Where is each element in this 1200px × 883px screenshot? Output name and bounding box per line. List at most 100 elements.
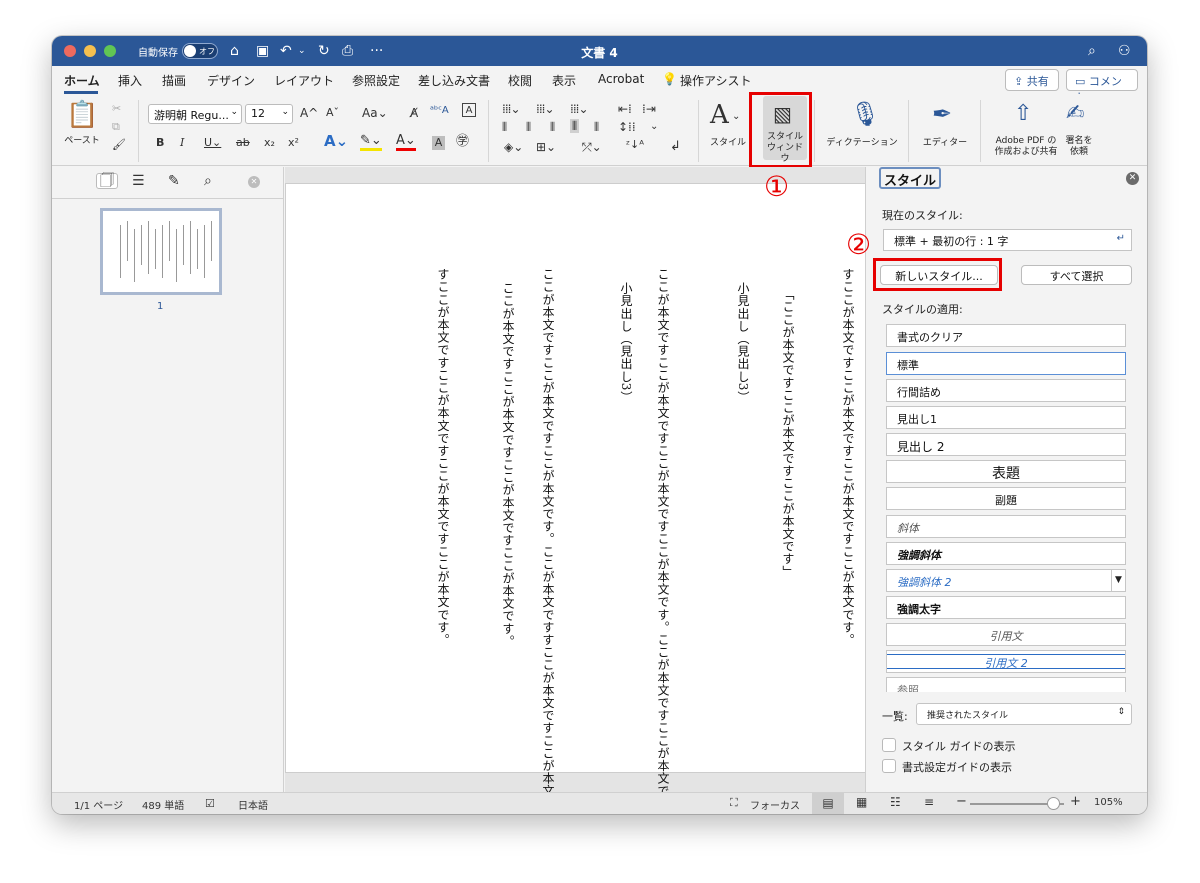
sign-request-label-2[interactable]: 依頼: [1056, 147, 1102, 158]
zoom-slider-knob[interactable]: [1046, 797, 1060, 810]
strikethrough-icon[interactable]: ab: [236, 136, 250, 150]
change-case-icon[interactable]: Aa⌄: [362, 106, 388, 120]
thumbnails-icon[interactable]: 🗍: [96, 173, 118, 189]
style-heading-1[interactable]: 見出し1: [886, 406, 1126, 429]
focus-icon[interactable]: ⛶: [730, 796, 738, 810]
tab-draw[interactable]: 描画: [162, 72, 186, 89]
adobe-pdf-label-2[interactable]: 作成および共有: [988, 147, 1064, 158]
adobe-pdf-label-1[interactable]: Adobe PDF の: [988, 136, 1064, 147]
body-text-column[interactable]: すここが本文ですここが本文ですここが本文ですここが本文です。: [841, 268, 855, 646]
body-text-column[interactable]: 「ここが本文ですここが本文ですここが本文です」: [781, 288, 795, 578]
format-guide-checkbox[interactable]: [882, 759, 896, 773]
style-subtitle[interactable]: 副題: [886, 487, 1126, 510]
superscript-icon[interactable]: x²: [288, 136, 299, 150]
phonetic-guide-icon[interactable]: ᵃᵇᶜA: [430, 104, 449, 118]
character-border-icon[interactable]: A: [462, 103, 476, 117]
signature-request-icon[interactable]: ✍: [1066, 100, 1084, 128]
list-filter-select[interactable]: 推奨されたスタイル ⇕: [916, 703, 1132, 725]
heading-3-column[interactable]: 小見出し（見出し3）: [619, 282, 633, 404]
outline-icon[interactable]: ☰: [132, 174, 145, 188]
enclose-characters-icon[interactable]: ㊫: [456, 135, 469, 149]
copy-icon[interactable]: ⧉: [112, 120, 120, 134]
language[interactable]: 日本語: [238, 797, 268, 812]
tab-view[interactable]: 表示: [552, 72, 576, 89]
tab-references[interactable]: 参照設定: [352, 72, 400, 89]
zoom-level[interactable]: 105%: [1094, 797, 1123, 808]
bullets-icon[interactable]: ⁞⁞⁞⌄: [502, 102, 520, 116]
zoom-in-icon[interactable]: +: [1070, 794, 1081, 809]
outline-view-icon[interactable]: ☷: [890, 795, 901, 809]
justify-icon[interactable]: ⫴: [570, 119, 580, 133]
align-bottom-icon[interactable]: ⫴: [550, 120, 555, 134]
microphone-icon[interactable]: 🎙: [850, 100, 880, 128]
style-heading-2[interactable]: 見出し 2: [886, 433, 1126, 456]
tab-review[interactable]: 校閲: [508, 72, 532, 89]
align-top-icon[interactable]: ⫴: [502, 120, 507, 134]
share-button[interactable]: ⇪ 共有: [1005, 69, 1059, 91]
style-clear-formatting[interactable]: 書式のクリア: [886, 324, 1126, 347]
account-icon[interactable]: ⚇: [1118, 42, 1131, 60]
draft-view-icon[interactable]: ≡: [924, 795, 934, 809]
select-all-button[interactable]: すべて選択: [1021, 265, 1132, 285]
distributed-icon[interactable]: ⫴: [594, 120, 599, 134]
zoom-out-icon[interactable]: −: [956, 794, 967, 809]
tab-design[interactable]: デザイン: [207, 72, 255, 89]
tab-layout[interactable]: レイアウト: [274, 72, 334, 89]
show-formatting-icon[interactable]: ↲: [670, 140, 681, 154]
bold-icon[interactable]: B: [156, 136, 164, 150]
style-quote[interactable]: 引用文: [886, 623, 1126, 646]
multilevel-list-icon[interactable]: ⁞⁞⁞⌄: [570, 102, 588, 116]
proofing-icon[interactable]: ☑: [205, 797, 215, 810]
style-intense-emphasis[interactable]: 強調斜体 2 ▼: [886, 569, 1126, 592]
web-layout-icon[interactable]: ▦: [856, 795, 867, 809]
underline-icon[interactable]: U⌄: [204, 136, 221, 150]
tab-tell-me[interactable]: 操作アシスト: [680, 72, 752, 89]
shading-icon[interactable]: ◈⌄: [504, 140, 523, 154]
cut-icon[interactable]: ✂: [112, 102, 121, 116]
current-style-field[interactable]: 標準 + 最初の行 : 1 字 ↵: [883, 229, 1132, 251]
comment-button[interactable]: ▭ コメント: [1066, 69, 1138, 104]
tab-mailings[interactable]: 差し込み文書: [418, 72, 490, 89]
style-menu-dropdown-icon[interactable]: ▼: [1111, 570, 1125, 591]
paste-icon[interactable]: 📋: [66, 102, 98, 128]
styles-gallery-icon[interactable]: A: [710, 100, 729, 130]
numbering-icon[interactable]: ⁞⁞⁞⌄: [536, 102, 554, 116]
tab-insert[interactable]: 挿入: [118, 72, 142, 89]
borders-icon[interactable]: ⊞⌄: [536, 140, 556, 154]
shrink-font-icon[interactable]: Aˇ: [326, 106, 339, 120]
body-text-column[interactable]: ここが本文ですここが本文ですここが本文です。ここが本文ですすここが本文ですここが…: [541, 268, 555, 814]
character-shading-icon[interactable]: A: [432, 136, 445, 150]
body-text-column[interactable]: ここが本文ですここが本文ですここが本文ですここが本文です。ここが本文ですここが本…: [656, 268, 670, 814]
editor-label[interactable]: エディター: [918, 138, 972, 149]
format-painter-icon[interactable]: 🖌: [112, 138, 126, 152]
tab-home[interactable]: ホーム: [64, 72, 100, 89]
italic-icon[interactable]: I: [180, 136, 184, 150]
dictation-label[interactable]: ディクテーション: [822, 138, 902, 149]
print-layout-icon[interactable]: ▤: [812, 793, 844, 814]
align-middle-icon[interactable]: ⫴: [526, 120, 531, 134]
search-icon[interactable]: ⌕: [204, 174, 212, 188]
style-normal[interactable]: 標準: [886, 352, 1126, 375]
style-guide-checkbox[interactable]: [882, 738, 896, 752]
style-emphasis[interactable]: 斜体: [886, 515, 1126, 538]
word-count[interactable]: 489 単語: [142, 797, 184, 812]
sort-icon[interactable]: ⤱⌄: [582, 140, 602, 154]
line-spacing-icon[interactable]: ↕⁞⁞: [618, 120, 636, 134]
sign-request-label-1[interactable]: 署名を: [1056, 136, 1102, 147]
font-color-icon[interactable]: A⌄: [396, 134, 416, 151]
focus-mode[interactable]: フォーカス: [750, 797, 800, 812]
body-text-column[interactable]: すここが本文ですここが本文ですここが本文ですここが本文です。: [436, 268, 450, 696]
increase-indent-icon[interactable]: ⁞⇥: [642, 102, 656, 116]
body-text-column[interactable]: ここが本文ですここが本文ですここが本文ですここが本文です。: [501, 282, 515, 647]
font-name-combo[interactable]: 游明朝 Regu... ⌄: [148, 104, 242, 124]
decrease-indent-icon[interactable]: ⇤⁞: [618, 102, 632, 116]
close-pane-icon[interactable]: ✕: [248, 176, 260, 188]
style-title[interactable]: 表題: [886, 460, 1126, 483]
grow-font-icon[interactable]: A^: [300, 106, 318, 120]
search-icon[interactable]: ⌕: [1088, 42, 1096, 60]
pdf-export-icon[interactable]: ⇧: [1014, 100, 1032, 128]
clear-formatting-icon[interactable]: A̸: [410, 106, 418, 120]
editor-icon[interactable]: ✒: [932, 100, 952, 128]
style-strong[interactable]: 強調太字: [886, 596, 1126, 619]
close-icon[interactable]: ✕: [1126, 172, 1139, 185]
